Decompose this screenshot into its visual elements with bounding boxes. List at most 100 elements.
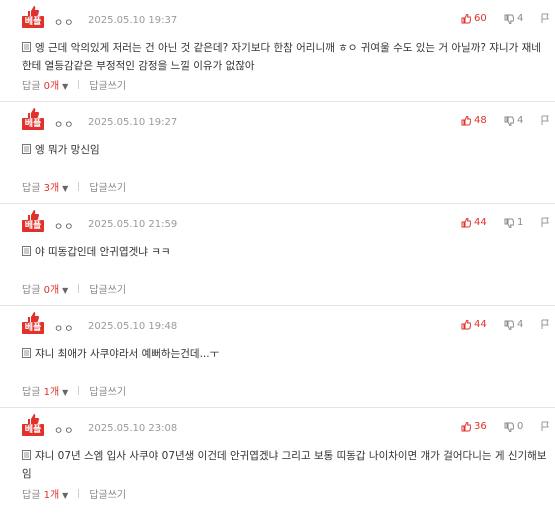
best-badge: 베플 <box>22 414 44 436</box>
thumbs-down-icon <box>504 320 514 330</box>
comment-text: 엥 근데 악의있게 저러는 건 아닌 것 같은데? 자기보다 한참 어리니깨 ㅎ… <box>22 42 541 72</box>
write-reply-link[interactable]: 답글쓰기 <box>89 281 126 296</box>
upvote-count: 36 <box>474 421 487 432</box>
downvote-button[interactable]: 4 <box>504 319 523 330</box>
chevron-down-icon: ▼ <box>62 184 69 193</box>
report-flag-icon[interactable] <box>540 115 551 126</box>
comment-date: 2025.05.10 19:37 <box>88 15 178 26</box>
thumbs-up-icon <box>461 421 471 431</box>
best-badge-label: 베플 <box>22 220 44 232</box>
best-badge: 베플 <box>22 312 44 334</box>
upvote-button[interactable]: 44 <box>461 319 487 330</box>
divider <box>78 489 80 498</box>
reply-toggle[interactable]: 답글 0개 ▼ <box>22 77 68 92</box>
comment-item: 베플 ㅇㅇ 2025.05.10 19:37 60 4 엥 근데 악의있게 저러… <box>0 0 555 102</box>
downvote-count: 4 <box>517 115 524 126</box>
reply-toggle[interactable]: 답글 1개 ▼ <box>22 383 68 398</box>
upvote-button[interactable]: 48 <box>461 115 487 126</box>
comment-body: 엥 뭐가 망신임 <box>22 141 547 159</box>
comment-text: 쟈니 최애가 사쿠야라서 예뻐하는건데...ㅜ <box>35 348 220 360</box>
thumbs-down-icon <box>504 14 514 24</box>
thumbs-up-icon <box>461 115 471 125</box>
write-reply-link[interactable]: 답글쓰기 <box>89 486 126 501</box>
comment-date: 2025.05.10 19:48 <box>88 321 178 332</box>
comment-footer: 답글 3개 ▼ 답글쓰기 <box>22 179 126 194</box>
best-badge: 베플 <box>22 108 44 130</box>
comment-item: 베플 ㅇㅇ 2025.05.10 23:08 36 0 쟈니 07년 스엠 입사… <box>0 408 555 510</box>
reply-label: 답글 <box>22 183 41 194</box>
author-nickname[interactable]: ㅇㅇ <box>54 14 74 29</box>
upvote-count: 48 <box>474 115 487 126</box>
comment-list: 베플 ㅇㅇ 2025.05.10 19:37 60 4 엥 근데 악의있게 저러… <box>0 0 555 510</box>
reply-count: 0개 <box>43 81 60 92</box>
write-reply-link[interactable]: 답글쓰기 <box>89 77 126 92</box>
comment-date: 2025.05.10 23:08 <box>88 423 178 434</box>
downvote-button[interactable]: 4 <box>504 13 523 24</box>
comment-item: 베플 ㅇㅇ 2025.05.10 19:48 44 4 쟈니 최애가 사쿠야라서… <box>0 306 555 408</box>
chevron-down-icon: ▼ <box>62 388 69 397</box>
thumbs-up-badge-icon <box>28 6 40 16</box>
best-badge-label: 베플 <box>22 424 44 436</box>
best-badge: 베플 <box>22 6 44 28</box>
downvote-button[interactable]: 0 <box>504 421 523 432</box>
write-reply-link[interactable]: 답글쓰기 <box>89 383 126 398</box>
reply-label: 답글 <box>22 490 41 501</box>
reply-toggle[interactable]: 답글 1개 ▼ <box>22 486 68 501</box>
chevron-down-icon: ▼ <box>62 82 69 91</box>
report-flag-icon[interactable] <box>540 13 551 24</box>
best-badge-label: 베플 <box>22 322 44 334</box>
upvote-button[interactable]: 36 <box>461 421 487 432</box>
author-nickname[interactable]: ㅇㅇ <box>54 422 74 437</box>
report-flag-icon[interactable] <box>540 319 551 330</box>
thumbs-up-icon <box>461 13 471 23</box>
upvote-button[interactable]: 60 <box>461 13 487 24</box>
downvote-count: 0 <box>517 421 524 432</box>
upvote-count: 44 <box>474 217 487 228</box>
divider <box>78 386 80 395</box>
thumbs-up-icon <box>461 319 471 329</box>
chevron-down-icon: ▼ <box>62 491 69 500</box>
reply-label: 답글 <box>22 387 41 398</box>
downvote-count: 4 <box>517 319 524 330</box>
comment-item: 베플 ㅇㅇ 2025.05.10 21:59 44 1 야 띠동갑인데 안귀엽겟… <box>0 204 555 306</box>
author-nickname[interactable]: ㅇㅇ <box>54 218 74 233</box>
comment-footer: 답글 1개 ▼ 답글쓰기 <box>22 383 126 398</box>
document-icon <box>22 42 31 52</box>
thumbs-up-badge-icon <box>28 108 40 118</box>
downvote-count: 1 <box>517 217 524 228</box>
reply-count: 1개 <box>43 387 60 398</box>
document-icon <box>22 348 31 358</box>
thumbs-down-icon <box>504 218 514 228</box>
upvote-button[interactable]: 44 <box>461 217 487 228</box>
comment-text: 쟈니 07년 스엠 입사 사쿠야 07년생 이건데 안귀엽겠냐 그리고 보통 띠… <box>22 450 547 480</box>
author-nickname[interactable]: ㅇㅇ <box>54 116 74 131</box>
comment-footer: 답글 0개 ▼ 답글쓰기 <box>22 77 126 92</box>
comment-text: 엥 뭐가 망신임 <box>35 144 100 156</box>
author-nickname[interactable]: ㅇㅇ <box>54 320 74 335</box>
write-reply-link[interactable]: 답글쓰기 <box>89 179 126 194</box>
document-icon <box>22 144 31 154</box>
document-icon <box>22 246 31 256</box>
downvote-button[interactable]: 1 <box>504 217 523 228</box>
document-icon <box>22 450 31 460</box>
divider <box>78 284 80 293</box>
report-flag-icon[interactable] <box>540 421 551 432</box>
chevron-down-icon: ▼ <box>62 286 69 295</box>
report-flag-icon[interactable] <box>540 217 551 228</box>
downvote-count: 4 <box>517 13 524 24</box>
best-badge-label: 베플 <box>22 16 44 28</box>
reply-toggle[interactable]: 답글 0개 ▼ <box>22 281 68 296</box>
reply-count: 3개 <box>43 183 60 194</box>
best-badge-label: 베플 <box>22 118 44 130</box>
reply-toggle[interactable]: 답글 3개 ▼ <box>22 179 68 194</box>
reply-count: 1개 <box>43 490 60 501</box>
divider <box>78 182 80 191</box>
comment-footer: 답글 0개 ▼ 답글쓰기 <box>22 281 126 296</box>
reply-label: 답글 <box>22 285 41 296</box>
divider <box>78 80 80 89</box>
best-badge: 베플 <box>22 210 44 232</box>
thumbs-down-icon <box>504 422 514 432</box>
comment-body: 야 띠동갑인데 안귀엽겟냐 ㅋㅋ <box>22 243 547 261</box>
downvote-button[interactable]: 4 <box>504 115 523 126</box>
thumbs-up-badge-icon <box>28 210 40 220</box>
